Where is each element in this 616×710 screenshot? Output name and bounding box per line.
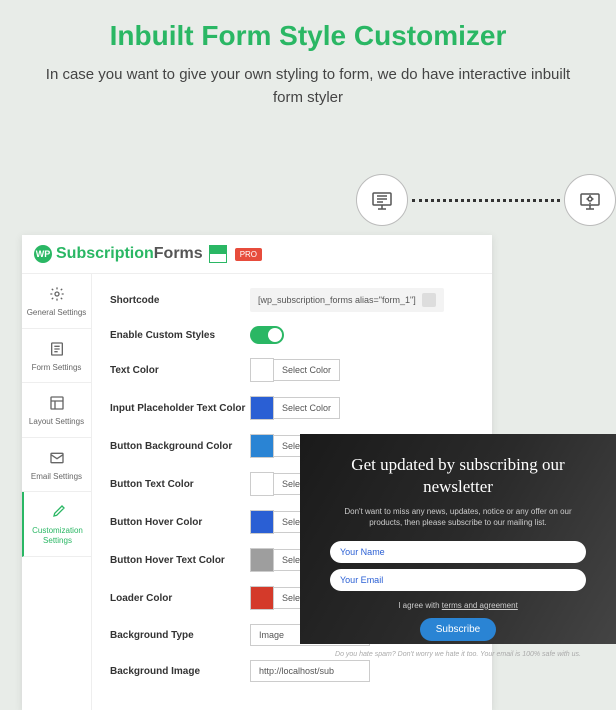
shortcode-label: Shortcode [110,295,250,306]
gear-icon [47,284,67,304]
doc-icon [209,245,227,263]
sidebar-item-label: Form Settings [26,363,87,373]
preview-name-input[interactable] [330,541,586,563]
preview-spam-note: Do you hate spam? Don't worry we hate it… [330,651,586,658]
loader-color-label: Loader Color [110,593,250,604]
text-color-swatch[interactable] [250,358,274,382]
select-color-button[interactable]: Select Color [274,397,340,419]
button-text-swatch[interactable] [250,472,274,496]
brush-icon [48,502,68,522]
preview-agree-text: I agree with terms and agreement [330,601,586,610]
bg-image-input[interactable] [250,660,370,682]
sidebar-item-label: General Settings [26,308,87,318]
email-icon [47,448,67,468]
wp-badge-icon: WP [34,245,52,263]
form-preview: Get updated by subscribing our newslette… [300,434,616,644]
form-icon [47,339,67,359]
button-bg-swatch[interactable] [250,434,274,458]
button-text-label: Button Text Color [110,479,250,490]
page-subtitle: In case you want to give your own stylin… [40,64,576,109]
dotted-line [412,199,560,202]
page-title: Inbuilt Form Style Customizer [40,20,576,52]
sidebar-item-customization[interactable]: Customization Settings [22,492,91,556]
preview-subtext: Don't want to miss any news, updates, no… [330,506,586,528]
logo-text: SubscriptionForms [56,245,203,263]
bg-image-label: Background Image [110,666,250,677]
sidebar-item-email[interactable]: Email Settings [22,438,91,493]
sidebar-item-label: Email Settings [26,472,87,482]
settings-sidebar: General Settings Form Settings Layout Se… [22,274,92,710]
monitor-gear-icon [564,174,616,226]
select-color-button[interactable]: Select Color [274,359,340,381]
sidebar-item-label: Customization Settings [28,526,87,545]
loader-color-swatch[interactable] [250,586,274,610]
pro-badge: PRO [235,248,262,261]
connector-graphic [356,170,616,230]
button-hover-text-label: Button Hover Text Color [110,555,250,566]
preview-email-input[interactable] [330,569,586,591]
copy-icon[interactable] [422,293,436,307]
shortcode-value[interactable]: [wp_subscription_forms alias="form_1"] [250,288,444,312]
terms-link[interactable]: terms and agreement [442,601,518,610]
placeholder-color-label: Input Placeholder Text Color [110,403,250,414]
button-hover-text-swatch[interactable] [250,548,274,572]
preview-subscribe-button[interactable]: Subscribe [420,618,496,641]
sidebar-item-label: Layout Settings [26,417,87,427]
sidebar-item-layout[interactable]: Layout Settings [22,383,91,438]
enable-styles-toggle[interactable] [250,326,284,344]
bg-type-label: Background Type [110,630,250,641]
preview-heading: Get updated by subscribing our newslette… [330,454,586,498]
panel-logo-bar: WP SubscriptionForms PRO [22,235,492,274]
monitor-doc-icon [356,174,408,226]
button-bg-label: Button Background Color [110,441,250,452]
layout-icon [47,393,67,413]
enable-styles-label: Enable Custom Styles [110,330,250,341]
text-color-label: Text Color [110,365,250,376]
sidebar-item-form[interactable]: Form Settings [22,329,91,384]
button-hover-swatch[interactable] [250,510,274,534]
placeholder-color-swatch[interactable] [250,396,274,420]
sidebar-item-general[interactable]: General Settings [22,274,91,329]
button-hover-label: Button Hover Color [110,517,250,528]
